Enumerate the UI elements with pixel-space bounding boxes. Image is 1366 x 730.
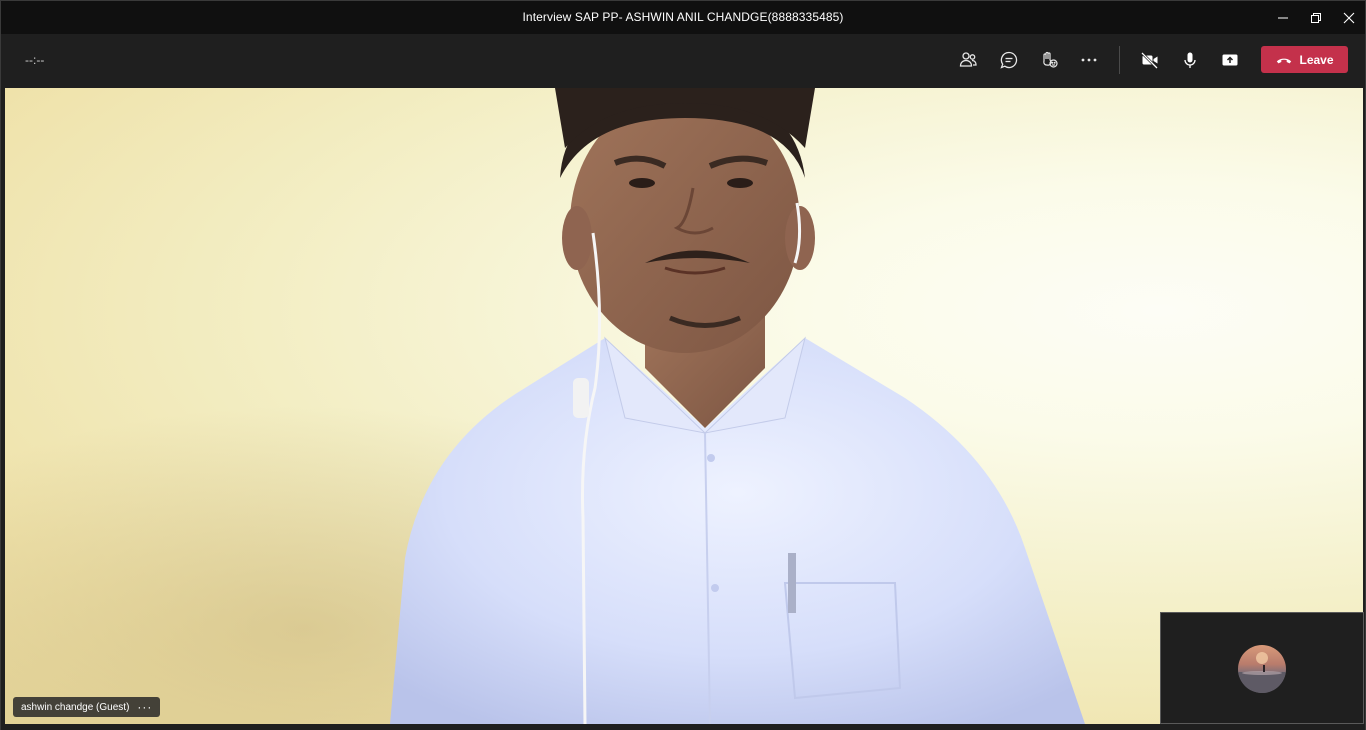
window-title: Interview SAP PP- ASHWIN ANIL CHANDGE(88… [522,10,844,24]
camera-button[interactable] [1135,46,1165,74]
camera-off-icon [1141,52,1158,69]
meeting-toolbar: --:-- Leave [1,34,1365,86]
leave-label: Leave [1299,52,1334,67]
participant-more-button[interactable]: ··· [137,701,152,713]
chat-icon [1000,51,1018,69]
meeting-window: Interview SAP PP- ASHWIN ANIL CHANDGE(88… [0,0,1366,730]
bottom-strip [1,724,1365,730]
raise-hand-icon [1043,51,1058,68]
participant-name-tag: ashwin chandge (Guest) ··· [13,697,161,717]
sunset-avatar-image [1238,652,1286,693]
mic-button[interactable] [1175,46,1205,74]
minimize-icon [1278,17,1288,18]
phone-hangup-icon [1277,58,1292,63]
leave-button[interactable]: Leave [1261,46,1348,73]
more-icon [1081,58,1097,62]
mic-icon [1184,52,1196,68]
restore-icon [1311,12,1321,23]
self-avatar [1238,645,1286,693]
people-icon [959,52,977,67]
toolbar-divider [1119,46,1120,74]
participant-name: ashwin chandge (Guest) [21,701,130,713]
call-timer: --:-- [25,53,45,67]
close-icon [1343,12,1355,23]
more-actions-button[interactable] [1074,46,1104,74]
participants-button[interactable] [953,46,983,74]
chat-button[interactable] [994,46,1024,74]
share-button[interactable] [1215,46,1245,74]
share-screen-icon [1222,54,1238,66]
title-bar: Interview SAP PP- ASHWIN ANIL CHANDGE(88… [1,1,1365,34]
close-button[interactable] [1329,1,1366,34]
reactions-button[interactable] [1034,46,1064,74]
self-preview-tile[interactable] [1160,612,1364,724]
